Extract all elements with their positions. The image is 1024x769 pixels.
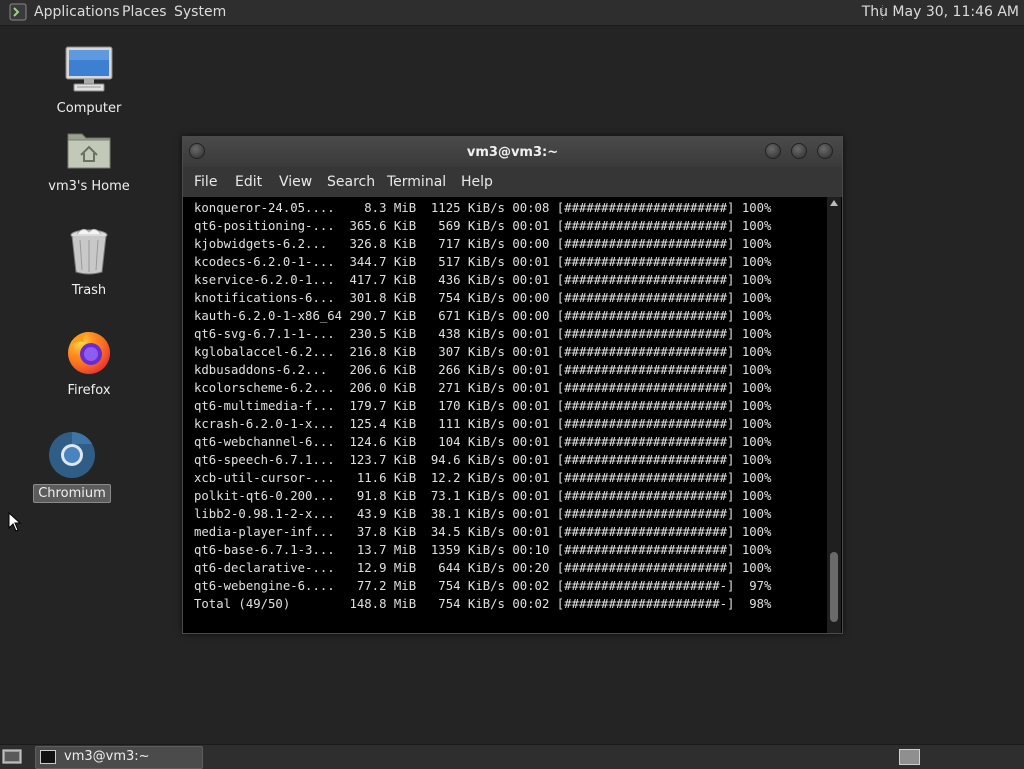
firefox-icon bbox=[68, 332, 110, 374]
terminal-line: kdbusaddons-6.2... 206.6 KiB 266 KiB/s 0… bbox=[194, 363, 772, 377]
menu-edit[interactable]: Edit bbox=[235, 174, 262, 190]
terminal-line: konqueror-24.05.... 8.3 MiB 1125 KiB/s 0… bbox=[194, 201, 772, 215]
desktop-icon-firefox[interactable]: Firefox bbox=[44, 326, 134, 399]
terminal-line: polkit-qt6-0.200... 91.8 KiB 73.1 KiB/s … bbox=[194, 489, 772, 503]
terminal-line: qt6-svg-6.7.1-1-... 230.5 KiB 438 KiB/s … bbox=[194, 327, 772, 341]
desktop-icon-trash[interactable]: Trash bbox=[44, 226, 134, 299]
terminal-icon bbox=[40, 750, 56, 764]
show-desktop-icon[interactable] bbox=[2, 748, 22, 765]
menu-help[interactable]: Help bbox=[461, 174, 493, 190]
minimize-button[interactable] bbox=[765, 143, 781, 159]
terminal-line: qt6-multimedia-f... 179.7 KiB 170 KiB/s … bbox=[194, 399, 772, 413]
terminal-line: xcb-util-cursor-... 11.6 KiB 12.2 KiB/s … bbox=[194, 471, 772, 485]
window-titlebar[interactable]: vm3@vm3:~ bbox=[183, 137, 842, 167]
menu-terminal[interactable]: Terminal bbox=[387, 174, 446, 190]
terminal-menubar: File Edit View Search Terminal Help bbox=[183, 167, 842, 197]
trash-icon bbox=[70, 228, 108, 275]
window-title: vm3@vm3:~ bbox=[466, 145, 559, 160]
maximize-button[interactable] bbox=[791, 143, 807, 159]
desktop-icon-label: Trash bbox=[71, 283, 107, 298]
menu-file[interactable]: File bbox=[194, 174, 217, 190]
terminal-scrollbar[interactable] bbox=[827, 197, 841, 633]
desktop-icon-label: Chromium bbox=[33, 484, 111, 503]
top-panel: Applications Places System Thu May 30, 1… bbox=[0, 0, 1024, 26]
terminal-line: libb2-0.98.1-2-x... 43.9 KiB 38.1 KiB/s … bbox=[194, 507, 772, 521]
scroll-up-arrow-icon[interactable] bbox=[830, 200, 838, 206]
taskbar-item-label: vm3@vm3:~ bbox=[64, 749, 150, 764]
scrollbar-thumb[interactable] bbox=[830, 552, 838, 622]
bottom-panel: vm3@vm3:~ bbox=[0, 744, 1024, 769]
workspace-switcher[interactable] bbox=[899, 749, 920, 765]
terminal-line: kservice-6.2.0-1... 417.7 KiB 436 KiB/s … bbox=[194, 273, 772, 287]
close-button[interactable] bbox=[817, 143, 833, 159]
terminal-line: qt6-speech-6.7.1... 123.7 KiB 94.6 KiB/s… bbox=[194, 453, 772, 467]
desktop-icon-label: vm3's Home bbox=[48, 179, 130, 194]
terminal-line: qt6-base-6.7.1-3... 13.7 MiB 1359 KiB/s … bbox=[194, 543, 772, 557]
home-folder-icon bbox=[67, 133, 111, 169]
mouse-cursor-icon bbox=[8, 512, 22, 532]
chromium-icon bbox=[49, 432, 95, 478]
taskbar-item-terminal[interactable]: vm3@vm3:~ bbox=[35, 746, 203, 769]
desktop-icon-home[interactable]: vm3's Home bbox=[44, 128, 134, 195]
terminal-line: knotifications-6... 301.8 KiB 754 KiB/s … bbox=[194, 291, 772, 305]
places-menu[interactable]: Places bbox=[122, 4, 167, 20]
menu-view[interactable]: View bbox=[279, 174, 312, 190]
applications-menu[interactable]: Applications bbox=[34, 4, 120, 20]
menu-search[interactable]: Search bbox=[327, 174, 375, 190]
desktop-icon-label: Computer bbox=[56, 101, 122, 116]
terminal-line: kglobalaccel-6.2... 216.8 KiB 307 KiB/s … bbox=[194, 345, 772, 359]
desktop-icon-label: Firefox bbox=[67, 383, 111, 398]
terminal-line: Total (49/50) 148.8 MiB 754 KiB/s 00:02 … bbox=[194, 597, 772, 611]
system-menu[interactable]: System bbox=[174, 4, 226, 20]
terminal-line: kjobwidgets-6.2... 326.8 KiB 717 KiB/s 0… bbox=[194, 237, 772, 251]
terminal-output[interactable]: konqueror-24.05.... 8.3 MiB 1125 KiB/s 0… bbox=[183, 197, 827, 633]
terminal-window[interactable]: vm3@vm3:~ File Edit View Search Terminal… bbox=[182, 136, 843, 634]
desktop-icon-computer[interactable]: Computer bbox=[44, 44, 134, 117]
terminal-line: qt6-webchannel-6... 124.6 KiB 104 KiB/s … bbox=[194, 435, 772, 449]
terminal-line: media-player-inf... 37.8 KiB 34.5 KiB/s … bbox=[194, 525, 772, 539]
clock[interactable]: Thu May 30, 11:46 AM bbox=[862, 4, 1019, 20]
desktop-icon-chromium[interactable]: Chromium bbox=[26, 430, 118, 503]
terminal-line: kcolorscheme-6.2... 206.0 KiB 271 KiB/s … bbox=[194, 381, 772, 395]
terminal-line: kcrash-6.2.0-1-x... 125.4 KiB 111 KiB/s … bbox=[194, 417, 772, 431]
terminal-line: kauth-6.2.0-1-x86_64 290.7 KiB 671 KiB/s… bbox=[194, 309, 772, 323]
terminal-line: kcodecs-6.2.0-1-... 344.7 KiB 517 KiB/s … bbox=[194, 255, 772, 269]
terminal-line: qt6-positioning-... 365.6 KiB 569 KiB/s … bbox=[194, 219, 772, 233]
applications-menu-icon[interactable] bbox=[9, 3, 27, 21]
computer-icon bbox=[65, 46, 113, 92]
terminal-line: qt6-declarative-... 12.9 MiB 644 KiB/s 0… bbox=[194, 561, 772, 575]
terminal-line: qt6-webengine-6.... 77.2 MiB 754 KiB/s 0… bbox=[194, 579, 772, 593]
